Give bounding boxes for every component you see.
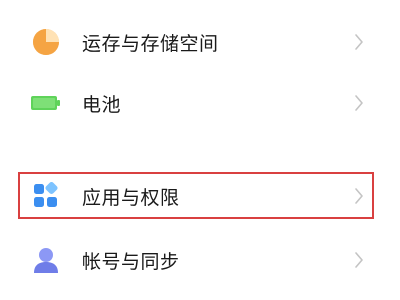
settings-item-account-sync[interactable]: 帐号与同步	[0, 232, 400, 288]
settings-item-label: 电池	[82, 93, 122, 116]
settings-list: 运存与存储空间 电池 应用与权限 帐号与同步	[0, 0, 400, 300]
chevron-right-icon	[352, 32, 366, 52]
chevron-right-icon	[352, 250, 366, 270]
chevron-right-icon	[352, 93, 366, 113]
storage-pie-icon	[30, 26, 62, 58]
settings-item-label: 帐号与同步	[82, 250, 180, 273]
settings-item-storage[interactable]: 运存与存储空间	[0, 14, 400, 70]
settings-item-battery[interactable]: 电池	[0, 75, 400, 131]
person-icon	[30, 244, 62, 276]
settings-item-label: 运存与存储空间	[82, 32, 219, 55]
battery-icon	[30, 87, 62, 119]
highlight-box	[18, 172, 374, 219]
